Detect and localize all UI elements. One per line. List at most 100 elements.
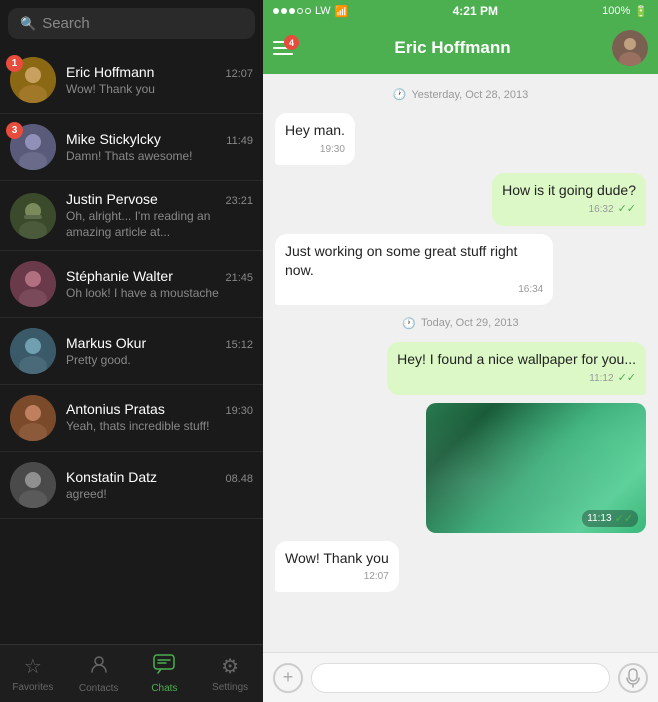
bubble-6: Wow! Thank you 12:07 xyxy=(275,541,399,593)
message-input[interactable] xyxy=(311,663,610,693)
avatar-wrap-7 xyxy=(10,462,56,508)
chat-time-5: 15:12 xyxy=(225,339,253,351)
chat-name-7: Konstatin Datz xyxy=(66,469,157,485)
avatar-wrap-2: 3 xyxy=(10,124,56,170)
chat-time-2: 11:49 xyxy=(226,135,253,147)
dot-3 xyxy=(289,8,295,14)
bubble-meta-6: 12:07 xyxy=(285,570,389,584)
chat-name-4: Stéphanie Walter xyxy=(66,268,173,284)
chat-time-6: 19:30 xyxy=(225,405,253,417)
chat-header-4: Stéphanie Walter 21:45 xyxy=(66,268,253,284)
avatar-wrap-4 xyxy=(10,261,56,307)
chat-item-3[interactable]: Justin Pervose 23:21 Oh, alright... I'm … xyxy=(0,181,263,251)
avatar-7 xyxy=(10,462,56,508)
bottom-input-bar: + xyxy=(263,652,658,702)
bubble-text-1: Hey man. xyxy=(285,122,345,138)
date-divider-1: 🕐 Yesterday, Oct 28, 2013 xyxy=(275,88,646,101)
chat-header-bar: 4 Eric Hoffmann xyxy=(263,22,658,74)
bubble-time-2: 16:32 xyxy=(589,203,614,217)
chat-contact-name: Eric Hoffmann xyxy=(301,38,604,58)
bottom-nav-left: ☆ Favorites Contacts Chats xyxy=(0,644,263,702)
bubble-text-3: Just working on some great stuff right n… xyxy=(285,243,517,279)
contacts-icon xyxy=(89,654,109,680)
add-button[interactable]: + xyxy=(273,663,303,693)
dot-5 xyxy=(305,8,311,14)
message-row-1: Hey man. 19:30 xyxy=(275,113,646,165)
contact-avatar[interactable] xyxy=(612,30,648,66)
battery-label: 100% xyxy=(602,5,630,17)
bubble-time-4: 11:12 xyxy=(589,372,613,386)
nav-favorites[interactable]: ☆ Favorites xyxy=(0,645,66,702)
bubble-meta-4: 11:12 ✓✓ xyxy=(397,371,636,386)
chat-item-4[interactable]: Stéphanie Walter 21:45 Oh look! I have a… xyxy=(0,251,263,318)
avatar-4 xyxy=(10,261,56,307)
chat-preview-1: Wow! Thank you xyxy=(66,82,253,96)
search-icon: 🔍 xyxy=(20,16,36,32)
bubble-4: Hey! I found a nice wallpaper for you...… xyxy=(387,342,646,395)
menu-button[interactable]: 4 xyxy=(273,41,293,55)
chat-preview-4: Oh look! I have a moustache xyxy=(66,286,253,300)
battery-icon: 🔋 xyxy=(634,5,648,18)
chat-info-3: Justin Pervose 23:21 Oh, alright... I'm … xyxy=(66,191,253,240)
chat-preview-7: agreed! xyxy=(66,487,253,501)
chat-info-7: Konstatin Datz 08.48 agreed! xyxy=(66,469,253,501)
chat-name-2: Mike Stickylcky xyxy=(66,131,161,147)
chat-item-7[interactable]: Konstatin Datz 08.48 agreed! xyxy=(0,452,263,519)
left-panel: 🔍 Search 1 Eric Hoffmann 12:07 xyxy=(0,0,263,702)
chat-header-5: Markus Okur 15:12 xyxy=(66,335,253,351)
avatar-5 xyxy=(10,328,56,374)
avatar-wrap-1: 1 xyxy=(10,57,56,103)
image-time: 11:13 xyxy=(587,513,611,524)
chat-name-5: Markus Okur xyxy=(66,335,146,351)
chat-preview-2: Damn! Thats awesome! xyxy=(66,149,253,163)
signal-dots xyxy=(273,8,311,14)
chat-name-1: Eric Hoffmann xyxy=(66,64,154,80)
chat-time-1: 12:07 xyxy=(225,68,253,80)
search-bar[interactable]: 🔍 Search xyxy=(8,8,255,39)
image-checks: ✓✓ xyxy=(615,512,633,525)
nav-settings[interactable]: ⚙ Settings xyxy=(197,645,263,702)
bubble-time-6: 12:07 xyxy=(364,570,389,584)
nav-contacts-label: Contacts xyxy=(79,683,118,694)
date-label-1: Yesterday, Oct 28, 2013 xyxy=(411,89,528,101)
status-bar: LW 📶 4:21 PM 100% 🔋 xyxy=(263,0,658,22)
message-row-2: How is it going dude? 16:32 ✓✓ xyxy=(275,173,646,226)
bubble-text-4: Hey! I found a nice wallpaper for you... xyxy=(397,351,636,367)
chat-info-5: Markus Okur 15:12 Pretty good. xyxy=(66,335,253,367)
mic-button[interactable] xyxy=(618,663,648,693)
chat-info-6: Antonius Pratas 19:30 Yeah, thats incred… xyxy=(66,401,253,435)
menu-badge: 4 xyxy=(284,35,299,50)
chat-item-6[interactable]: Antonius Pratas 19:30 Yeah, thats incred… xyxy=(0,385,263,452)
bubble-meta-1: 19:30 xyxy=(285,143,345,157)
chat-header-6: Antonius Pratas 19:30 xyxy=(66,401,253,417)
image-bubble[interactable]: 11:13 ✓✓ xyxy=(426,403,646,533)
bubble-3: Just working on some great stuff right n… xyxy=(275,234,553,305)
date-label-2: Today, Oct 29, 2013 xyxy=(421,317,519,329)
chat-item-5[interactable]: Markus Okur 15:12 Pretty good. xyxy=(0,318,263,385)
nav-favorites-label: Favorites xyxy=(12,682,53,693)
nav-contacts[interactable]: Contacts xyxy=(66,645,132,702)
carrier-label: LW xyxy=(315,5,331,17)
bubble-meta-3: 16:34 xyxy=(285,283,543,297)
chat-header-2: Mike Stickylcky 11:49 xyxy=(66,131,253,147)
chat-item-1[interactable]: 1 Eric Hoffmann 12:07 Wow! Thank you xyxy=(0,47,263,114)
bubble-text-2: How is it going dude? xyxy=(502,182,636,198)
avatar-wrap-5 xyxy=(10,328,56,374)
clock-icon-2: 🕐 xyxy=(402,317,416,330)
bubble-1: Hey man. 19:30 xyxy=(275,113,355,165)
chat-name-3: Justin Pervose xyxy=(66,191,158,207)
chats-icon xyxy=(153,654,175,680)
nav-chats[interactable]: Chats xyxy=(132,645,198,702)
chat-preview-6: Yeah, thats incredible stuff! xyxy=(66,419,253,435)
right-panel: LW 📶 4:21 PM 100% 🔋 4 Eric Hoffmann xyxy=(263,0,658,702)
chat-info-1: Eric Hoffmann 12:07 Wow! Thank you xyxy=(66,64,253,96)
star-icon: ☆ xyxy=(24,654,42,679)
bubble-time-3: 16:34 xyxy=(518,283,543,297)
chat-item-2[interactable]: 3 Mike Stickylcky 11:49 Damn! Thats awes… xyxy=(0,114,263,181)
avatar-wrap-6 xyxy=(10,395,56,441)
bubble-2: How is it going dude? 16:32 ✓✓ xyxy=(492,173,646,226)
image-bubble-overlay: 11:13 ✓✓ xyxy=(582,510,638,527)
chat-info-2: Mike Stickylcky 11:49 Damn! Thats awesom… xyxy=(66,131,253,163)
avatar-wrap-3 xyxy=(10,193,56,239)
chat-info-4: Stéphanie Walter 21:45 Oh look! I have a… xyxy=(66,268,253,300)
